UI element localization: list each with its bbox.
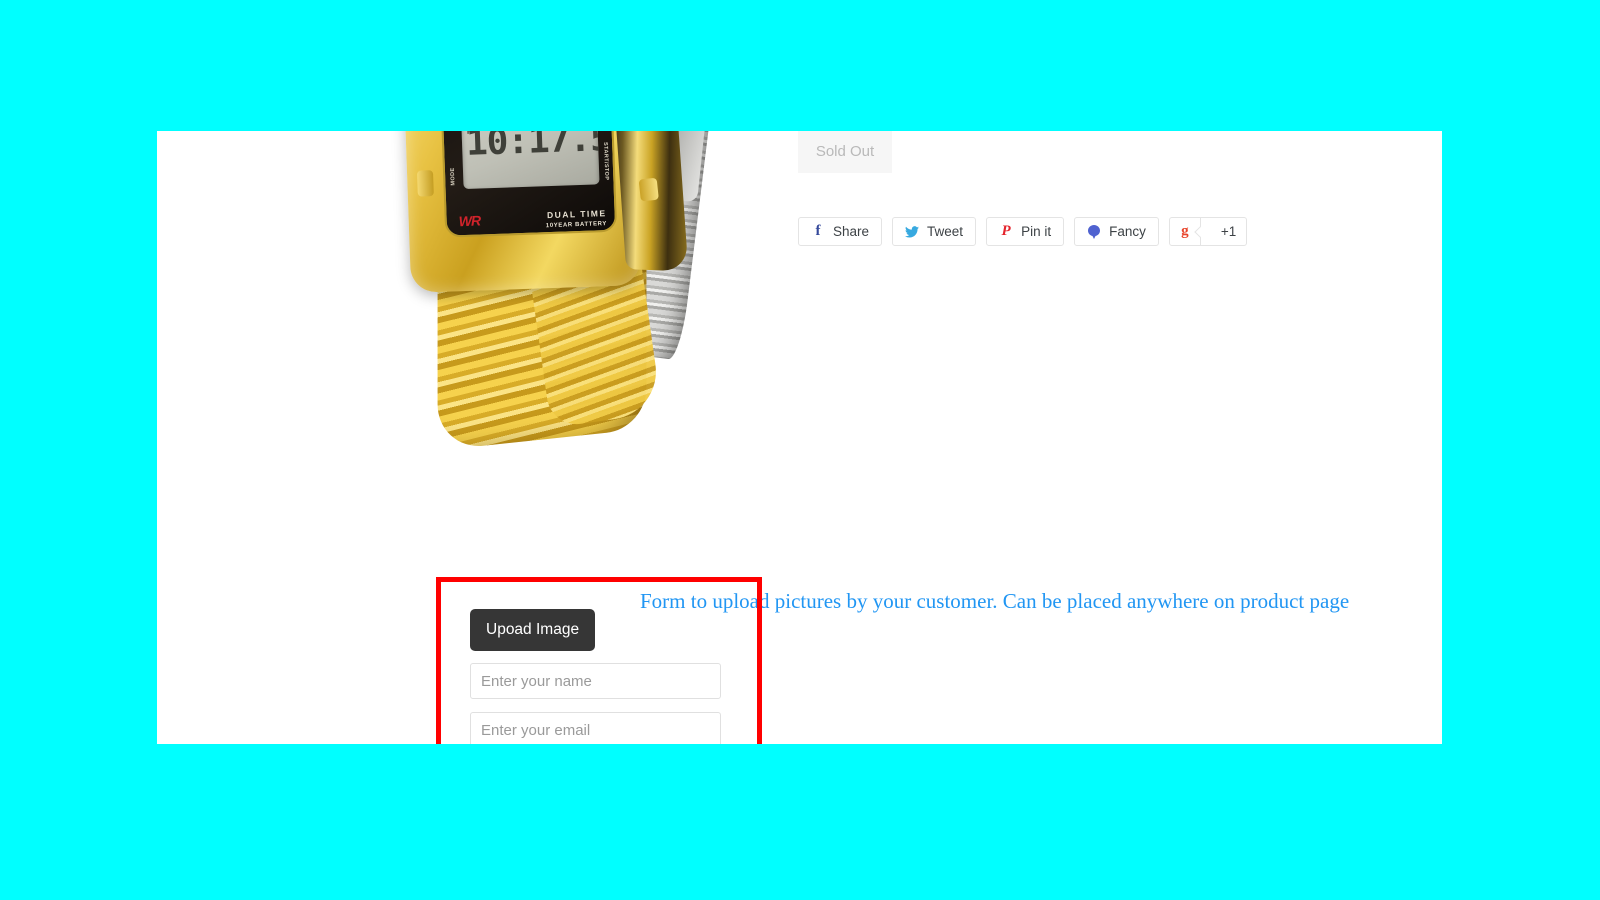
watch-lcd-screen: WED 9-6 P 10:17.59 [460, 131, 600, 190]
twitter-icon [905, 225, 920, 239]
google-plus-one-label: +1 [1220, 224, 1237, 239]
fancy-icon [1087, 224, 1101, 239]
pinterest-pin-button[interactable]: P Pin it [986, 217, 1065, 246]
product-image[interactable]: CASIO ◄ILLUMINATOR► ALARM CHRONO ADJUST … [389, 131, 717, 457]
watch-case-side [611, 131, 689, 272]
watch-bezel: CASIO ◄ILLUMINATOR► ALARM CHRONO ADJUST … [439, 131, 618, 238]
facebook-share-label: Share [833, 224, 870, 239]
twitter-tweet-button[interactable]: Tweet [892, 217, 977, 246]
facebook-icon: f [815, 223, 821, 239]
watch-mode-label: MODE [449, 167, 457, 186]
upload-form: Upoad Image Choose file No file chosen U… [470, 609, 721, 744]
social-share-bar: f Share Tweet P Pin it Fancy g +1 [798, 217, 1248, 246]
watch-illustration: CASIO ◄ILLUMINATOR► ALARM CHRONO ADJUST … [389, 131, 717, 457]
product-page-viewport: CASIO ◄ILLUMINATOR► ALARM CHRONO ADJUST … [157, 131, 1442, 744]
fancy-button[interactable]: Fancy [1074, 217, 1159, 246]
watch-dual-time-label: DUAL TIME [546, 208, 607, 221]
watch-case: CASIO ◄ILLUMINATOR► ALARM CHRONO ADJUST … [402, 131, 689, 293]
facebook-share-button[interactable]: f Share [798, 217, 883, 246]
twitter-tweet-label: Tweet [927, 224, 964, 239]
watch-pusher-start-stop [638, 177, 659, 202]
google-plus-icon-wrapper: g [1170, 218, 1201, 245]
watch-start-stop-label: START/STOP [602, 141, 610, 181]
pinterest-icon: P [1001, 223, 1011, 239]
watch-battery-label: 10YEAR BATTERY [545, 221, 608, 230]
email-input[interactable] [470, 712, 721, 744]
pinterest-pin-label: Pin it [1021, 224, 1052, 239]
sold-out-button[interactable]: Sold Out [798, 131, 892, 173]
name-input[interactable] [470, 663, 721, 699]
watch-lcd-time: 10:17.59 [465, 131, 600, 164]
google-plus-one-button[interactable]: g +1 [1168, 217, 1248, 246]
upload-form-highlight-box: Upoad Image Choose file No file chosen U… [436, 577, 762, 744]
fancy-label: Fancy [1109, 224, 1146, 239]
watch-pusher-mode [416, 170, 434, 197]
upload-image-title-button[interactable]: Upoad Image [470, 609, 596, 651]
watch-wr-label: WR [458, 212, 481, 230]
google-plus-icon: g [1181, 223, 1189, 239]
